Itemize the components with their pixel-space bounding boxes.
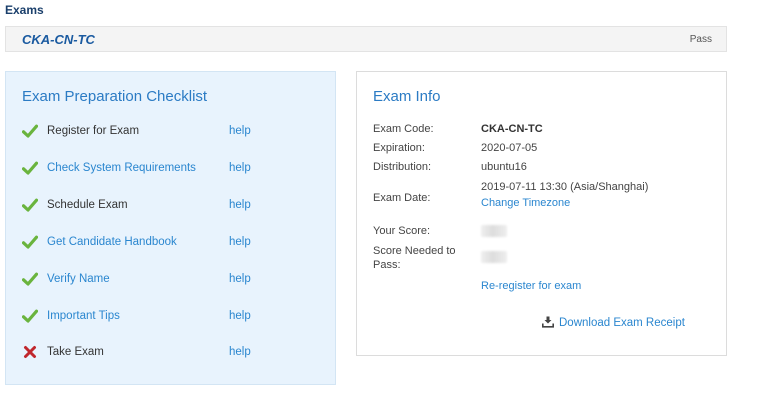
checklist-item[interactable]: Important Tips help <box>21 308 322 326</box>
download-receipt-link[interactable]: Download Exam Receipt <box>542 316 685 329</box>
exam-status-badge: Pass <box>689 34 712 45</box>
your-score-value-redacted <box>481 225 507 237</box>
checklist-title: Exam Preparation Checklist <box>22 88 208 105</box>
exam-info-title: Exam Info <box>373 88 441 105</box>
checklist-item[interactable]: Get Candidate Handbook help <box>21 234 322 252</box>
exams-page: Exams CKA-CN-TC Pass Exam Preparation Ch… <box>0 0 762 403</box>
exam-code-title[interactable]: CKA-CN-TC <box>22 32 95 47</box>
expiration-value: 2020-07-05 <box>481 142 538 154</box>
help-link[interactable]: help <box>229 236 251 248</box>
download-icon <box>542 316 554 328</box>
checklist-item: Register for Exam help <box>21 123 322 141</box>
checklist-item-label: Register for Exam <box>47 125 140 137</box>
exam-date-value: 2019-07-11 13:30 (Asia/Shanghai) <box>481 181 649 193</box>
help-link[interactable]: help <box>229 310 251 322</box>
checklist-item[interactable]: Verify Name help <box>21 271 322 289</box>
score-needed-label: Score Needed to Pass: <box>373 245 456 271</box>
checklist-item-label: Take Exam <box>47 346 104 358</box>
distribution-label: Distribution: <box>373 161 432 173</box>
checklist-item-label[interactable]: Important Tips <box>47 310 120 322</box>
help-link[interactable]: help <box>229 346 251 358</box>
checklist-item: Take Exam help <box>22 344 322 362</box>
cross-icon <box>22 344 38 360</box>
checklist-item-label[interactable]: Get Candidate Handbook <box>47 236 177 248</box>
reregister-link[interactable]: Re-register for exam <box>481 279 581 293</box>
help-link[interactable]: help <box>229 199 251 211</box>
exam-code-label: Exam Code: <box>373 123 434 135</box>
checklist-item: Schedule Exam help <box>21 197 322 215</box>
download-receipt-label: Download Exam Receipt <box>559 317 685 329</box>
checklist-item-label: Schedule Exam <box>47 199 128 211</box>
check-icon <box>21 123 39 139</box>
checklist-item[interactable]: Check System Requirements help <box>21 160 322 178</box>
help-link[interactable]: help <box>229 162 251 174</box>
help-link[interactable]: help <box>229 125 251 137</box>
help-link[interactable]: help <box>229 273 251 285</box>
checklist-item-label[interactable]: Check System Requirements <box>47 162 196 174</box>
score-needed-value-redacted <box>481 251 507 263</box>
exam-code-value: CKA-CN-TC <box>481 123 543 135</box>
check-icon <box>21 197 39 213</box>
exam-header[interactable]: CKA-CN-TC Pass <box>5 26 727 52</box>
check-icon <box>21 271 39 287</box>
check-icon <box>21 308 39 324</box>
your-score-label: Your Score: <box>373 225 431 237</box>
exam-info-panel: Exam Info Exam Code: CKA-CN-TC Expiratio… <box>356 71 727 356</box>
checklist-item-label[interactable]: Verify Name <box>47 273 110 285</box>
distribution-value: ubuntu16 <box>481 161 527 173</box>
section-title: Exams <box>5 3 44 17</box>
exam-preparation-checklist: Exam Preparation Checklist Register for … <box>5 71 336 385</box>
check-icon <box>21 234 39 250</box>
exam-date-label: Exam Date: <box>373 192 431 204</box>
check-icon <box>21 160 39 176</box>
expiration-label: Expiration: <box>373 142 425 154</box>
change-timezone-link[interactable]: Change Timezone <box>481 196 570 210</box>
